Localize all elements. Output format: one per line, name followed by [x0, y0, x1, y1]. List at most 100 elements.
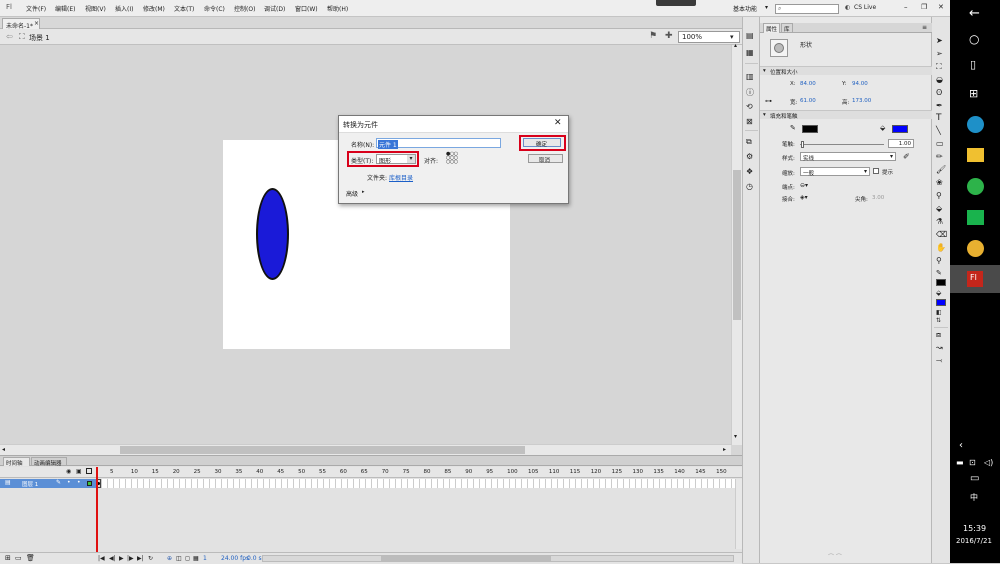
layer-row[interactable]: ▤ 图层 1 ✎ • • — [0, 479, 96, 488]
zoom-select[interactable]: 100% ▾ — [678, 31, 740, 43]
clock-date[interactable]: 2016/7/21 — [956, 537, 992, 545]
chevron-left-icon[interactable]: ‹ — [959, 440, 963, 451]
flash-app-icon[interactable]: Fl — [967, 271, 983, 287]
cortana-icon[interactable]: ○ — [969, 32, 979, 46]
frames-hscroll[interactable] — [262, 555, 734, 562]
cancel-button[interactable]: 取消 — [528, 154, 563, 164]
paint-app-icon[interactable] — [967, 240, 984, 257]
bone-tool-icon[interactable]: ⚲ — [936, 191, 942, 200]
tab-library[interactable]: 库 — [781, 23, 793, 33]
menu-commands[interactable]: 命令(C) — [204, 4, 225, 13]
straighten-icon[interactable]: ⤙ — [936, 356, 942, 366]
pencil-tool-icon[interactable]: ✏ — [936, 152, 943, 161]
clock-time[interactable]: 15:39 — [963, 524, 986, 533]
back-arrow-icon[interactable]: ← — [969, 6, 980, 21]
menu-text[interactable]: 文本(T) — [174, 4, 194, 13]
play-icon[interactable]: ▶ — [119, 555, 124, 562]
brush-tool-icon[interactable]: 🖌 — [936, 165, 946, 174]
horizontal-scrollbar[interactable]: ◂ ▸ — [0, 444, 731, 455]
text-tool-icon[interactable]: T — [936, 113, 942, 123]
frame-ruler[interactable]: 5 10 15 20 25 30 35 40 45 50 55 60 65 70 75 80 85 90 95 100… — [96, 467, 742, 478]
swatches-panel-icon[interactable]: ▦ — [746, 48, 754, 57]
deco-tool-icon[interactable]: ❀ — [936, 178, 943, 187]
step-back-icon[interactable]: ◀| — [109, 555, 116, 562]
black-white-icon[interactable]: ◧ — [936, 309, 942, 316]
symbol-name-input[interactable]: 元件 1 — [376, 138, 501, 149]
ok-button[interactable]: 确定 — [523, 138, 561, 148]
go-last-icon[interactable]: ▶| — [137, 555, 144, 562]
align-panel-icon[interactable]: ▥ — [746, 72, 754, 81]
expand-triangle-icon[interactable]: ▸ — [362, 189, 365, 195]
smooth-icon[interactable]: ↝ — [936, 343, 943, 352]
step-forward-icon[interactable]: |▶ — [127, 555, 134, 562]
tab-timeline[interactable]: 时间轴 — [3, 457, 30, 467]
menu-control[interactable]: 控制(O) — [234, 4, 255, 13]
playhead[interactable] — [96, 467, 98, 564]
close-tab-icon[interactable]: × — [34, 20, 39, 27]
join-style-select[interactable]: ◈▾ — [800, 194, 808, 201]
menu-debug[interactable]: 调试(D) — [264, 4, 285, 13]
help-search-input[interactable]: ⌕ — [775, 4, 839, 14]
stroke-color-swatch[interactable] — [802, 125, 818, 133]
menu-window[interactable]: 窗口(W) — [295, 4, 318, 13]
color-panel-icon[interactable]: ▤ — [746, 31, 754, 40]
menu-edit[interactable]: 编辑(E) — [55, 4, 75, 13]
iqiyi-app-icon[interactable] — [967, 210, 984, 225]
task-view-icon[interactable]: ▯ — [970, 58, 976, 71]
tools-stroke-swatch[interactable] — [936, 279, 946, 286]
vertical-scrollbar[interactable]: ▴ ▾ — [731, 42, 742, 445]
onion-skin-icon[interactable]: ◫ — [176, 555, 182, 562]
visibility-dot-icon[interactable]: • — [67, 479, 71, 486]
y-value[interactable]: 94.00 — [852, 81, 868, 87]
dialog-close-icon[interactable]: ✕ — [554, 118, 562, 128]
stroke-slider-thumb[interactable] — [801, 141, 804, 148]
edit-multiple-icon[interactable]: ▦ — [193, 555, 199, 562]
scale-select[interactable]: 一般 ▾ — [800, 167, 870, 177]
timeline-vscroll[interactable] — [735, 479, 742, 549]
folder-link[interactable]: 库根目录 — [389, 173, 413, 182]
cap-style-select[interactable]: ⊖▾ — [800, 182, 808, 189]
store-icon[interactable]: ⊞ — [969, 87, 978, 100]
layer-frames[interactable] — [96, 479, 742, 488]
tab-properties[interactable]: 属性 — [763, 23, 780, 33]
rectangle-tool-icon[interactable]: ▭ — [936, 139, 944, 148]
motion-presets-icon[interactable]: ⚙ — [746, 152, 753, 161]
code-snippets-icon[interactable]: ❖ — [746, 167, 753, 176]
eyedropper-tool-icon[interactable]: ⚗ — [936, 217, 943, 226]
section-fill-stroke[interactable]: ▾ 填充和笔触 — [760, 110, 932, 120]
back-arrow-icon[interactable]: ⇦ — [6, 32, 13, 41]
document-tab[interactable]: 未命名-1* × — [2, 18, 40, 30]
snap-to-objects-icon[interactable]: ⧈ — [936, 330, 941, 340]
menu-insert[interactable]: 插入(I) — [115, 4, 133, 13]
menu-file[interactable]: 文件(F) — [26, 4, 46, 13]
scroll-down-icon[interactable]: ▾ — [734, 433, 737, 440]
edit-scene-icon[interactable]: ⚑ — [649, 31, 657, 41]
history-panel-icon[interactable]: ◷ — [746, 182, 753, 191]
lasso-tool-icon[interactable]: ʘ — [936, 88, 942, 97]
new-layer-icon[interactable]: ⊞ — [5, 554, 11, 562]
current-frame[interactable]: 1 — [203, 555, 207, 562]
3d-rotation-tool-icon[interactable]: ◒ — [936, 75, 943, 84]
advanced-toggle[interactable]: 高级 — [346, 189, 358, 198]
close-icon[interactable]: ✕ — [938, 3, 944, 11]
scroll-left-icon[interactable]: ◂ — [2, 446, 5, 453]
panel-menu-icon[interactable]: ≡ — [922, 24, 927, 31]
fill-color-swatch[interactable] — [892, 125, 908, 133]
x-value[interactable]: 84.00 — [800, 81, 816, 87]
stroke-style-select[interactable]: 实线 ▾ — [800, 152, 896, 162]
selection-tool-icon[interactable]: ➤ — [936, 36, 943, 45]
transform-panel-icon[interactable]: ⟲ — [746, 102, 753, 111]
width-value[interactable]: 61.00 — [800, 98, 816, 104]
volume-icon[interactable]: ◁) — [984, 458, 993, 467]
selected-ellipse-shape[interactable] — [256, 188, 289, 280]
scroll-right-icon[interactable]: ▸ — [723, 446, 726, 453]
free-transform-tool-icon[interactable]: ⛶ — [936, 62, 942, 72]
restore-icon[interactable]: ❐ — [921, 3, 927, 11]
menu-modify[interactable]: 修改(M) — [143, 4, 165, 13]
horizontal-scroll-thumb[interactable] — [120, 446, 525, 454]
go-first-icon[interactable]: |◀ — [98, 555, 105, 562]
center-frame-icon[interactable]: ⊕ — [167, 555, 172, 562]
notification-icon[interactable]: ▭ — [970, 473, 979, 484]
miter-value[interactable]: 3.00 — [872, 195, 884, 201]
section-position-size[interactable]: ▾ 位置和大小 — [760, 66, 932, 76]
